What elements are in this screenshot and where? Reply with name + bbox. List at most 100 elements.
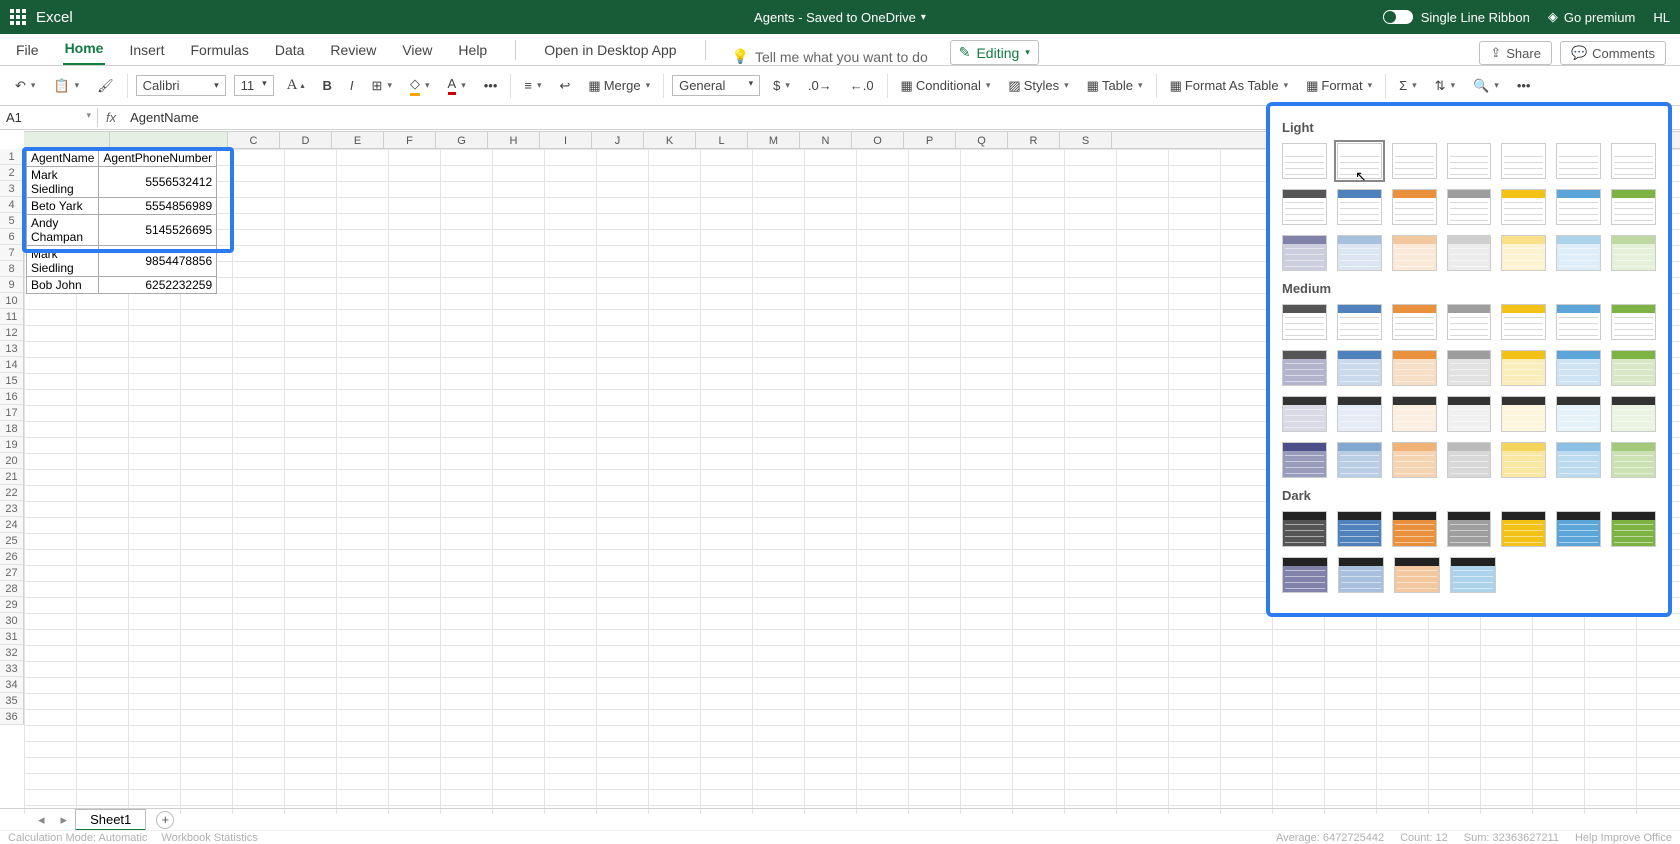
document-title[interactable]: Agents - Saved to OneDrive ▾ bbox=[754, 10, 926, 25]
table-style-option[interactable] bbox=[1282, 235, 1327, 271]
bold-button[interactable]: B bbox=[318, 75, 337, 96]
tell-me-search[interactable]: 💡 Tell me what you want to do bbox=[732, 48, 928, 65]
table-row[interactable]: Bob John6252232259 bbox=[27, 277, 217, 294]
table-style-option[interactable] bbox=[1337, 442, 1382, 478]
column-header[interactable]: Q bbox=[956, 132, 1008, 148]
table-cell[interactable]: 5556532412 bbox=[99, 167, 217, 198]
table-style-option[interactable] bbox=[1337, 350, 1382, 386]
row-header[interactable]: 27 bbox=[0, 565, 24, 581]
row-header[interactable]: 32 bbox=[0, 645, 24, 661]
table-cell[interactable]: Andy Champan bbox=[27, 215, 99, 246]
table-style-option[interactable] bbox=[1282, 143, 1327, 179]
table-cell[interactable]: 9854478856 bbox=[99, 246, 217, 277]
row-header[interactable]: 13 bbox=[0, 341, 24, 357]
row-header[interactable]: 20 bbox=[0, 453, 24, 469]
table-style-option[interactable] bbox=[1501, 511, 1546, 547]
table-cell[interactable]: 6252232259 bbox=[99, 277, 217, 294]
table-style-option[interactable] bbox=[1556, 189, 1601, 225]
row-header[interactable]: 25 bbox=[0, 533, 24, 549]
row-header[interactable]: 36 bbox=[0, 709, 24, 725]
table-header-cell[interactable]: AgentPhoneNumber bbox=[99, 150, 217, 167]
table-style-option[interactable] bbox=[1447, 350, 1492, 386]
table-style-option[interactable] bbox=[1501, 350, 1546, 386]
tab-formulas[interactable]: Formulas bbox=[188, 36, 250, 65]
column-header[interactable]: S bbox=[1060, 132, 1112, 148]
table-style-option[interactable] bbox=[1337, 304, 1382, 340]
column-header[interactable]: P bbox=[904, 132, 956, 148]
table-cell[interactable]: 5554856989 bbox=[99, 198, 217, 215]
row-header[interactable]: 3 bbox=[0, 181, 24, 197]
table-style-option[interactable] bbox=[1611, 396, 1656, 432]
row-header[interactable]: 10 bbox=[0, 293, 24, 309]
tab-data[interactable]: Data bbox=[273, 36, 307, 65]
table-style-option[interactable] bbox=[1447, 511, 1492, 547]
increase-font-button[interactable]: A▴ bbox=[282, 74, 310, 97]
table-style-option[interactable] bbox=[1337, 235, 1382, 271]
column-header[interactable]: K bbox=[644, 132, 696, 148]
row-header[interactable]: 30 bbox=[0, 613, 24, 629]
row-header[interactable]: 5 bbox=[0, 213, 24, 229]
italic-button[interactable]: I bbox=[345, 75, 359, 96]
table-style-option[interactable] bbox=[1556, 143, 1601, 179]
table-style-option[interactable] bbox=[1611, 511, 1656, 547]
comments-button[interactable]: 💬Comments bbox=[1560, 41, 1666, 65]
table-style-option[interactable] bbox=[1611, 304, 1656, 340]
row-header[interactable]: 18 bbox=[0, 421, 24, 437]
formula-input[interactable]: AgentName bbox=[124, 110, 205, 125]
table-row[interactable]: Mark Siedling5556532412 bbox=[27, 167, 217, 198]
merge-button[interactable]: ▦Merge bbox=[583, 75, 655, 97]
conditional-formatting-button[interactable]: ▦Conditional bbox=[896, 75, 996, 97]
mode-editing-dropdown[interactable]: ✎ Editing ▾ bbox=[950, 40, 1039, 65]
row-header[interactable]: 29 bbox=[0, 597, 24, 613]
table-header-cell[interactable]: AgentName bbox=[27, 150, 99, 167]
row-header[interactable]: 33 bbox=[0, 661, 24, 677]
column-header[interactable]: C bbox=[228, 132, 280, 148]
fx-icon[interactable]: fx bbox=[98, 110, 124, 125]
row-header[interactable]: 19 bbox=[0, 437, 24, 453]
column-header[interactable]: F bbox=[384, 132, 436, 148]
row-header[interactable]: 2 bbox=[0, 165, 24, 181]
table-style-option[interactable] bbox=[1611, 189, 1656, 225]
row-header[interactable]: 15 bbox=[0, 373, 24, 389]
table-style-option[interactable] bbox=[1501, 143, 1546, 179]
column-header[interactable]: I bbox=[540, 132, 592, 148]
table-style-option[interactable] bbox=[1556, 396, 1601, 432]
column-header[interactable] bbox=[24, 132, 110, 148]
column-header[interactable]: O bbox=[852, 132, 904, 148]
table-style-option[interactable] bbox=[1282, 557, 1328, 593]
increase-decimal-button[interactable]: .0→ bbox=[803, 75, 837, 96]
table-style-option[interactable] bbox=[1450, 557, 1496, 593]
column-header[interactable]: H bbox=[488, 132, 540, 148]
table-style-option[interactable] bbox=[1338, 557, 1384, 593]
table-row[interactable]: Beto Yark5554856989 bbox=[27, 198, 217, 215]
find-button[interactable]: 🔍 bbox=[1468, 75, 1504, 97]
open-in-desktop-button[interactable]: Open in Desktop App bbox=[542, 36, 678, 65]
table-cell[interactable]: Mark Siedling bbox=[27, 246, 99, 277]
tab-home[interactable]: Home bbox=[63, 34, 106, 65]
column-header[interactable]: E bbox=[332, 132, 384, 148]
column-header[interactable]: N bbox=[800, 132, 852, 148]
go-premium-button[interactable]: ◈ Go premium bbox=[1548, 9, 1636, 25]
row-header[interactable]: 6 bbox=[0, 229, 24, 245]
row-header[interactable]: 12 bbox=[0, 325, 24, 341]
ribbon-overflow-button[interactable]: ••• bbox=[1512, 75, 1536, 96]
table-style-option[interactable] bbox=[1611, 235, 1656, 271]
row-header[interactable]: 31 bbox=[0, 629, 24, 645]
sheet-nav-prev[interactable]: ◂ bbox=[30, 812, 53, 828]
table-style-option[interactable] bbox=[1337, 396, 1382, 432]
column-header[interactable]: J bbox=[592, 132, 644, 148]
sort-filter-button[interactable]: ⇅ bbox=[1430, 75, 1460, 97]
format-painter-button[interactable]: 🖌 bbox=[92, 75, 119, 97]
table-style-option[interactable] bbox=[1282, 304, 1327, 340]
sheet-tab[interactable]: Sheet1 bbox=[75, 809, 146, 831]
table-style-option[interactable] bbox=[1282, 442, 1327, 478]
row-header[interactable]: 11 bbox=[0, 309, 24, 325]
table-style-option[interactable] bbox=[1501, 304, 1546, 340]
table-style-option[interactable] bbox=[1392, 235, 1437, 271]
row-header[interactable]: 23 bbox=[0, 501, 24, 517]
table-style-option[interactable] bbox=[1556, 511, 1601, 547]
row-header[interactable]: 22 bbox=[0, 485, 24, 501]
cell-styles-button[interactable]: ▨Styles bbox=[1003, 75, 1073, 97]
table-style-option[interactable] bbox=[1337, 511, 1382, 547]
number-format-selector[interactable]: General▾ bbox=[672, 75, 760, 96]
